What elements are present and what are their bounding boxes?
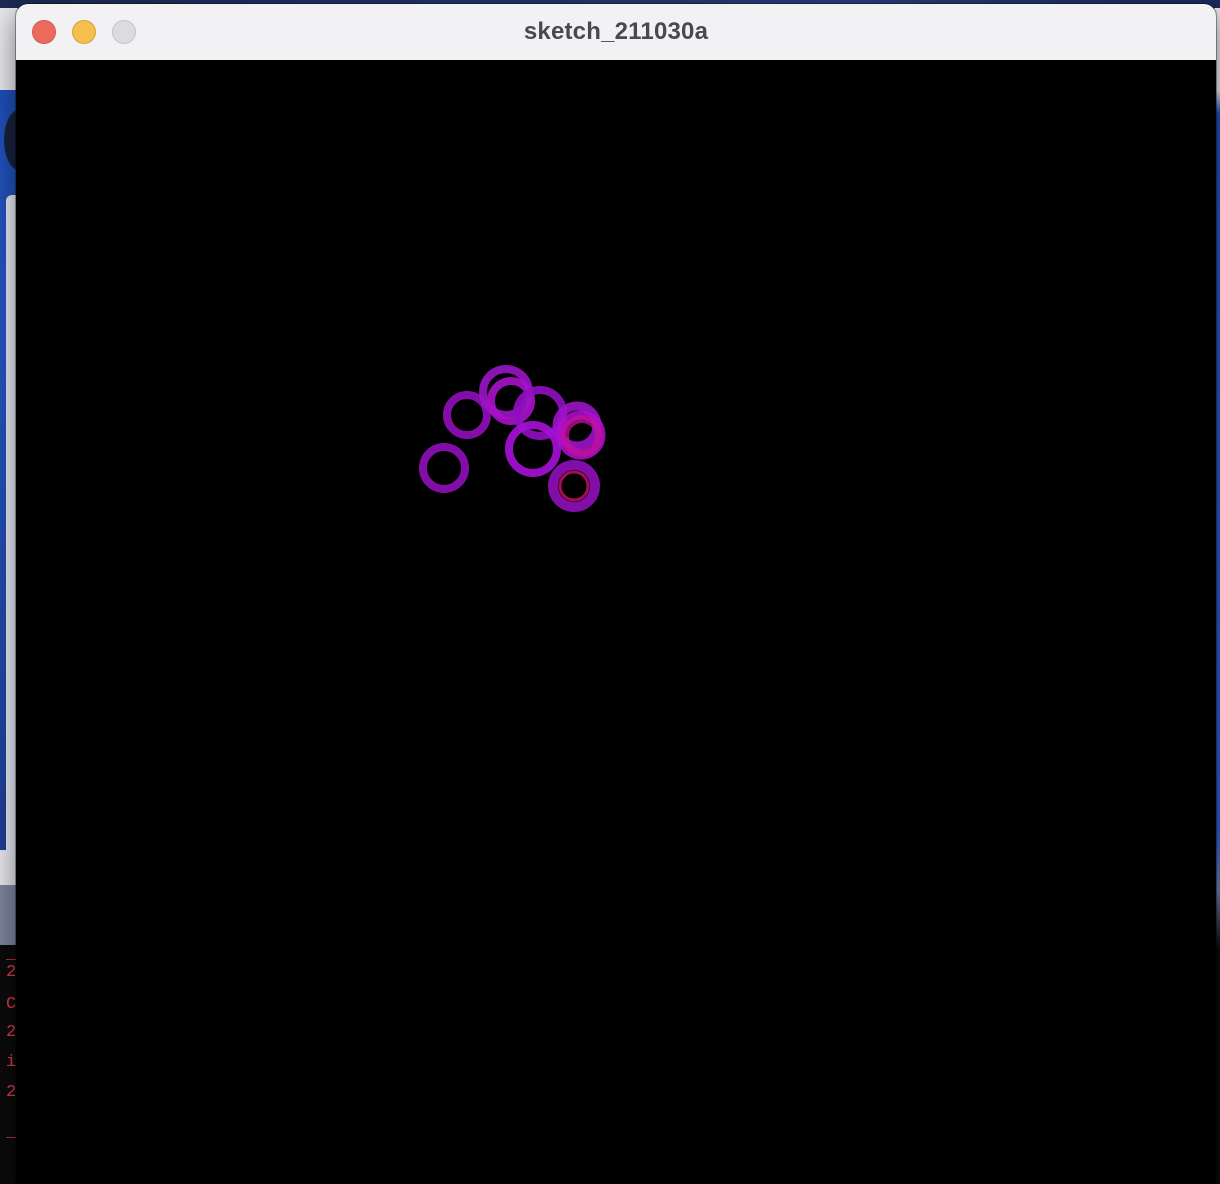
ring (558, 470, 590, 502)
sketch-window: sketch_211030a (16, 4, 1216, 1184)
title-bar[interactable]: sketch_211030a (16, 4, 1216, 61)
canvas-drawing (419, 365, 606, 512)
window-title: sketch_211030a (523, 18, 709, 45)
sketch-canvas[interactable] (16, 60, 1216, 1184)
ring (419, 443, 469, 493)
ring-cluster (419, 365, 606, 512)
